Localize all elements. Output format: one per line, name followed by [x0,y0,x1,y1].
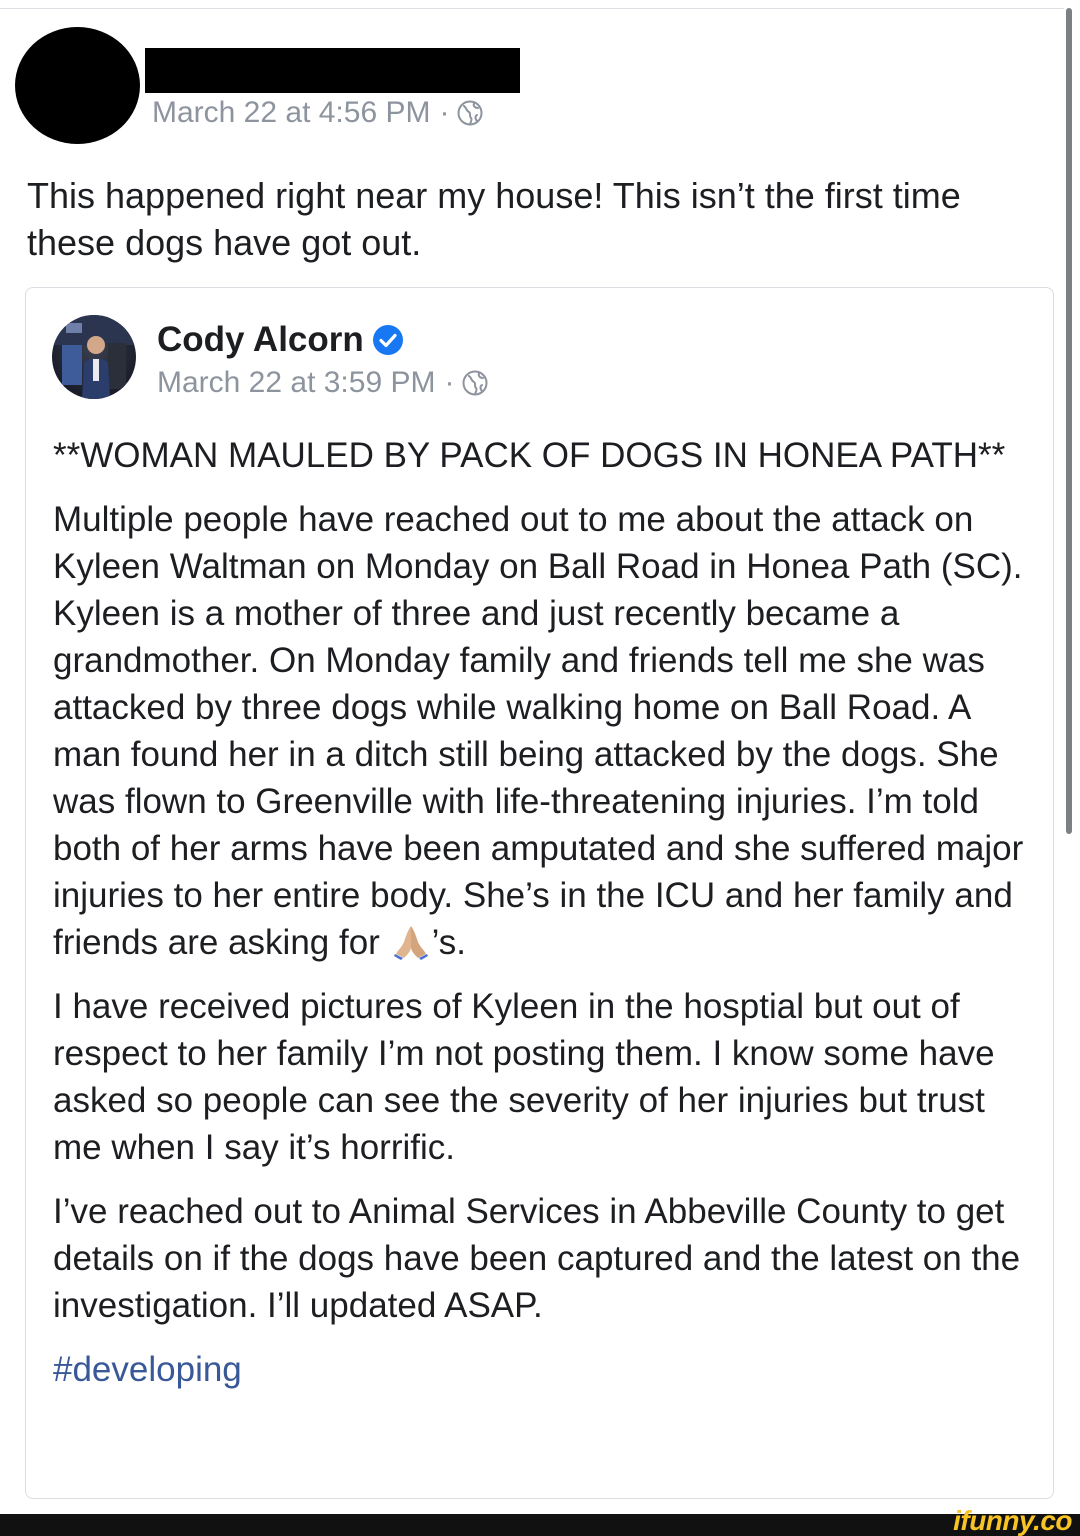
top-divider [0,0,1064,9]
shared-post-headline: **WOMAN MAULED BY PACK OF DOGS IN HONEA … [53,436,1006,475]
shared-author-avatar[interactable] [52,315,136,399]
globe-icon [462,370,488,396]
author-name-redacted[interactable] [145,48,520,93]
shared-post-meta: March 22 at 3:59 PM · [157,366,488,400]
hashtag-link[interactable]: #developing [53,1346,1038,1393]
shared-author-name-row: Cody Alcorn [157,320,404,360]
shared-post-body: **WOMAN MAULED BY PACK OF DOGS IN HONEA … [53,432,1038,1410]
shared-author-name[interactable]: Cody Alcorn [157,320,364,360]
paragraph-text: Multiple people have reached out to me a… [53,500,1024,962]
shared-post-paragraph: I’ve reached out to Animal Services in A… [53,1192,1021,1325]
globe-icon [457,100,483,126]
post-text: This happened right near my house! This … [27,175,961,263]
shared-post-paragraph: I have received pictures of Kyleen in th… [53,987,995,1167]
verified-badge-icon [372,324,404,356]
shared-post-timestamp[interactable]: March 22 at 3:59 PM [157,366,435,400]
post-meta: March 22 at 4:56 PM · [152,96,483,130]
paragraph-text: ’s. [431,923,466,962]
meta-separator: · [444,366,455,399]
shared-post-paragraph: Multiple people have reached out to me a… [53,496,1038,966]
post-timestamp[interactable]: March 22 at 4:56 PM [152,96,430,130]
meta-separator: · [439,96,450,129]
footer-bar [0,1514,1080,1536]
scrollbar-thumb[interactable] [1066,8,1072,834]
avatar-redacted[interactable] [15,27,140,144]
folded-hands-icon [393,922,428,960]
watermark-logo: ifunny.co [953,1505,1072,1536]
